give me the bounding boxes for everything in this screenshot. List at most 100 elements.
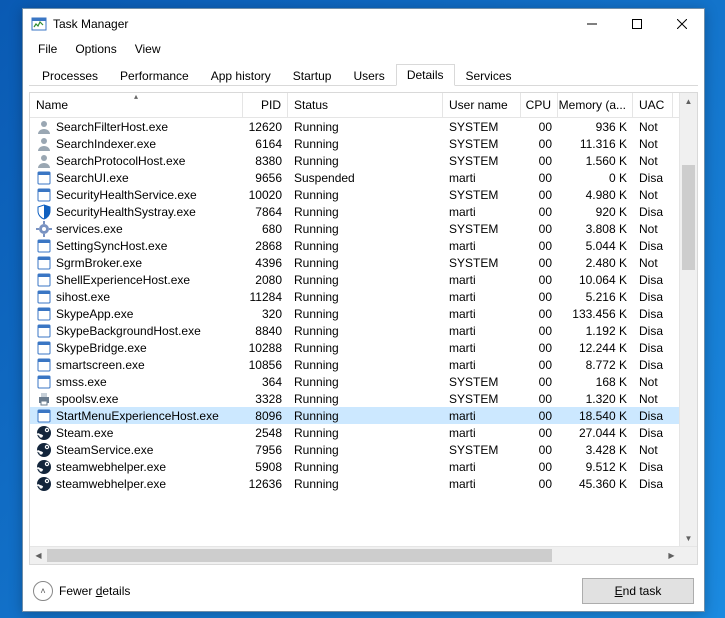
process-row[interactable]: ShellExperienceHost.exe2080Runningmarti0… [30,271,697,288]
cell-user: marti [443,424,521,441]
cell-name: steamwebhelper.exe [30,458,243,475]
scroll-up-button[interactable]: ▲ [680,93,697,110]
process-row[interactable]: SkypeApp.exe320Runningmarti00133.456 KDi… [30,305,697,322]
cell-user: SYSTEM [443,254,521,271]
cell-user: SYSTEM [443,186,521,203]
cell-status: Running [288,271,443,288]
process-row[interactable]: SearchIndexer.exe6164RunningSYSTEM0011.3… [30,135,697,152]
horizontal-scroll-thumb[interactable] [47,549,552,562]
process-row[interactable]: StartMenuExperienceHost.exe8096Runningma… [30,407,697,424]
tab-users[interactable]: Users [342,65,395,86]
maximize-button[interactable] [614,10,659,39]
cell-name: SgrmBroker.exe [30,254,243,271]
tab-startup[interactable]: Startup [282,65,343,86]
cell-status: Running [288,305,443,322]
cell-memory: 11.316 K [558,135,633,152]
process-row[interactable]: SgrmBroker.exe4396RunningSYSTEM002.480 K… [30,254,697,271]
steam-icon [36,459,52,475]
menubar: File Options View [23,39,704,59]
tab-processes[interactable]: Processes [31,65,109,86]
process-row[interactable]: sihost.exe11284Runningmarti005.216 KDisa [30,288,697,305]
app-icon [36,374,52,390]
cell-pid: 8096 [243,407,288,424]
process-row[interactable]: SecurityHealthService.exe10020RunningSYS… [30,186,697,203]
cell-user: marti [443,271,521,288]
header-memory[interactable]: Memory (a... [558,93,633,117]
cell-uac: Disa [633,458,673,475]
process-row[interactable]: SecurityHealthSystray.exe7864Runningmart… [30,203,697,220]
cell-memory: 936 K [558,118,633,135]
tab-app-history[interactable]: App history [200,65,282,86]
cell-status: Running [288,356,443,373]
process-row[interactable]: smartscreen.exe10856Runningmarti008.772 … [30,356,697,373]
menu-file[interactable]: File [29,39,66,59]
vertical-scroll-thumb[interactable] [682,165,695,270]
cell-user: marti [443,339,521,356]
header-status[interactable]: Status [288,93,443,117]
cell-name: services.exe [30,220,243,237]
cell-status: Running [288,322,443,339]
scroll-down-button[interactable]: ▼ [680,530,697,547]
end-task-button[interactable]: End task [582,578,694,604]
fewer-details-label: Fewer details [59,584,130,598]
cell-name: smartscreen.exe [30,356,243,373]
header-name[interactable]: ▴ Name [30,93,243,117]
horizontal-scrollbar[interactable]: ◀ ▶ [30,546,697,564]
header-user[interactable]: User name [443,93,521,117]
process-row[interactable]: SearchUI.exe9656Suspendedmarti000 KDisa [30,169,697,186]
process-row[interactable]: SearchFilterHost.exe12620RunningSYSTEM00… [30,118,697,135]
cell-uac: Disa [633,356,673,373]
cell-cpu: 00 [521,186,558,203]
cell-cpu: 00 [521,169,558,186]
cell-user: marti [443,305,521,322]
cell-user: SYSTEM [443,220,521,237]
end-task-label: End task [615,584,662,598]
cell-name: SecurityHealthSystray.exe [30,203,243,220]
process-row[interactable]: steamwebhelper.exe12636Runningmarti0045.… [30,475,697,492]
process-row[interactable]: Steam.exe2548Runningmarti0027.044 KDisa [30,424,697,441]
cell-name: smss.exe [30,373,243,390]
cell-pid: 9656 [243,169,288,186]
cell-status: Running [288,339,443,356]
scroll-left-button[interactable]: ◀ [30,547,47,564]
cell-memory: 1.192 K [558,322,633,339]
process-row[interactable]: SearchProtocolHost.exe8380RunningSYSTEM0… [30,152,697,169]
menu-view[interactable]: View [126,39,170,59]
process-row[interactable]: spoolsv.exe3328RunningSYSTEM001.320 KNot [30,390,697,407]
process-row[interactable]: smss.exe364RunningSYSTEM00168 KNot [30,373,697,390]
process-row[interactable]: steamwebhelper.exe5908Runningmarti009.51… [30,458,697,475]
fewer-details-button[interactable]: ˄ Fewer details [33,581,130,601]
app-icon [36,272,52,288]
process-row[interactable]: services.exe680RunningSYSTEM003.808 KNot [30,220,697,237]
process-row[interactable]: SkypeBackgroundHost.exe8840Runningmarti0… [30,322,697,339]
close-button[interactable] [659,10,704,39]
cell-memory: 5.216 K [558,288,633,305]
cell-memory: 2.480 K [558,254,633,271]
cell-cpu: 00 [521,288,558,305]
tab-services[interactable]: Services [455,65,523,86]
vertical-scrollbar[interactable]: ▲ ▼ [679,93,697,547]
tab-performance[interactable]: Performance [109,65,200,86]
cell-pid: 10020 [243,186,288,203]
menu-options[interactable]: Options [66,39,125,59]
header-uac[interactable]: UAC [633,93,673,117]
app-icon [36,306,52,322]
tab-details[interactable]: Details [396,64,455,86]
header-cpu[interactable]: CPU [521,93,558,117]
cell-status: Running [288,254,443,271]
cell-uac: Not [633,254,673,271]
app-icon [36,408,52,424]
shield-icon [36,204,52,220]
cell-cpu: 00 [521,237,558,254]
cell-pid: 364 [243,373,288,390]
cell-uac: Not [633,220,673,237]
cell-cpu: 00 [521,220,558,237]
process-row[interactable]: SettingSyncHost.exe2868Runningmarti005.0… [30,237,697,254]
scroll-right-button[interactable]: ▶ [663,547,680,564]
titlebar[interactable]: Task Manager [23,9,704,39]
minimize-button[interactable] [569,10,614,39]
process-row[interactable]: SteamService.exe7956RunningSYSTEM003.428… [30,441,697,458]
cell-name: SearchIndexer.exe [30,135,243,152]
process-row[interactable]: SkypeBridge.exe10288Runningmarti0012.244… [30,339,697,356]
header-pid[interactable]: PID [243,93,288,117]
